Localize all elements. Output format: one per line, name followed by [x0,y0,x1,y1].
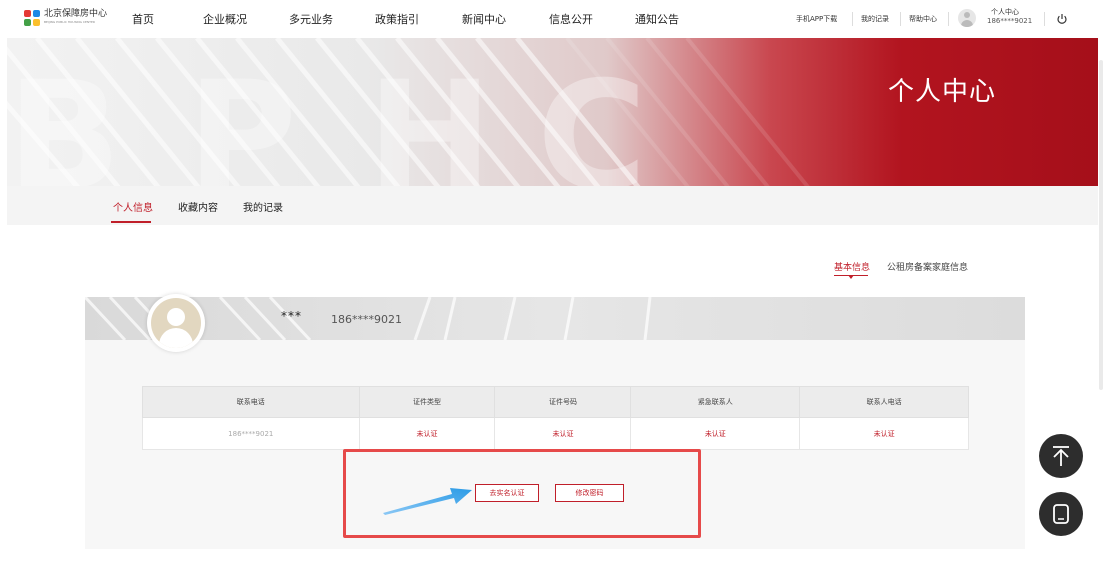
info-table: 联系电话 证件类型 证件号码 紧急联系人 联系人电话 186****9021 未… [142,386,969,450]
caret-icon [848,275,854,279]
profile-phone: 186****9021 [331,313,402,326]
tab-personal-info[interactable]: 个人信息 [113,199,153,214]
top-nav: 北京保障房中心 BEIJING PUBLIC HOUSING CENTER 首页… [0,0,1105,38]
profile-header: *** 186****9021 [85,297,1025,340]
cell-contact-phone: 186****9021 [142,417,360,450]
divider [900,12,901,26]
back-to-top-icon [1053,446,1069,466]
app-download-link[interactable]: 手机APP下载 [796,14,837,24]
nav-notice[interactable]: 通知公告 [635,11,679,27]
banner-letter-b: B [7,50,121,186]
column-header: 证件号码 [494,386,632,418]
profile-name: *** [281,309,302,323]
nav-company[interactable]: 企业概况 [203,11,247,27]
my-records-link[interactable]: 我的记录 [861,14,889,24]
active-tab-indicator [111,221,151,223]
avatar[interactable] [147,294,205,352]
scrollbar[interactable] [1099,60,1103,390]
divider [1044,12,1045,26]
logo-title: 北京保障房中心 [44,9,108,19]
cell-contact-person-phone: 未认证 [799,417,969,450]
column-header: 证件类型 [358,386,496,418]
divider [948,12,949,26]
banner: B P H C 个人中心 [7,38,1098,186]
help-center-link[interactable]: 帮助中心 [909,14,937,24]
banner-background: B P H C [7,38,1098,186]
column-header: 联系电话 [142,386,360,418]
user-phone: 186****9021 [987,17,1033,25]
tab-favorites[interactable]: 收藏内容 [178,199,218,214]
profile-header-background [85,297,1025,340]
user-center-label[interactable]: 个人中心 [991,7,1019,17]
nav-business[interactable]: 多元业务 [289,11,333,27]
banner-letter-p: P [187,50,297,186]
chat-icon [1053,504,1069,524]
subtab-family-info[interactable]: 公租房备案家庭信息 [887,260,968,273]
nav-policy[interactable]: 政策指引 [375,11,419,27]
column-header: 紧急联系人 [630,386,801,418]
tab-my-records[interactable]: 我的记录 [243,199,283,214]
subtab-basic-info[interactable]: 基本信息 [834,260,870,273]
avatar-icon[interactable] [958,9,976,27]
banner-letter-c: C [537,50,647,186]
logo-subtitle: BEIJING PUBLIC HOUSING CENTER [44,20,95,24]
nav-news[interactable]: 新闻中心 [462,11,506,27]
power-icon[interactable] [1056,13,1068,25]
divider [852,12,853,26]
avatar-icon [151,298,201,348]
back-to-top-button[interactable] [1039,434,1083,478]
feedback-button[interactable] [1039,492,1083,536]
tabs-bar [7,186,1098,225]
nav-disclosure[interactable]: 信息公开 [549,11,593,27]
banner-letter-h: H [367,50,493,186]
logo-icon[interactable] [24,10,40,26]
column-header: 联系人电话 [799,386,969,418]
table-row: 186****9021 未认证 未认证 未认证 未认证 [142,417,969,450]
cell-emergency-contact: 未认证 [630,417,801,450]
cell-id-number: 未认证 [494,417,632,450]
page-title: 个人中心 [888,77,997,107]
logo-text[interactable]: 北京保障房中心 BEIJING PUBLIC HOUSING CENTER [44,9,107,25]
annotation-arrow-icon [383,488,472,515]
nav-home[interactable]: 首页 [132,11,154,27]
cell-id-type: 未认证 [358,417,496,450]
table-header-row: 联系电话 证件类型 证件号码 紧急联系人 联系人电话 [142,386,969,418]
